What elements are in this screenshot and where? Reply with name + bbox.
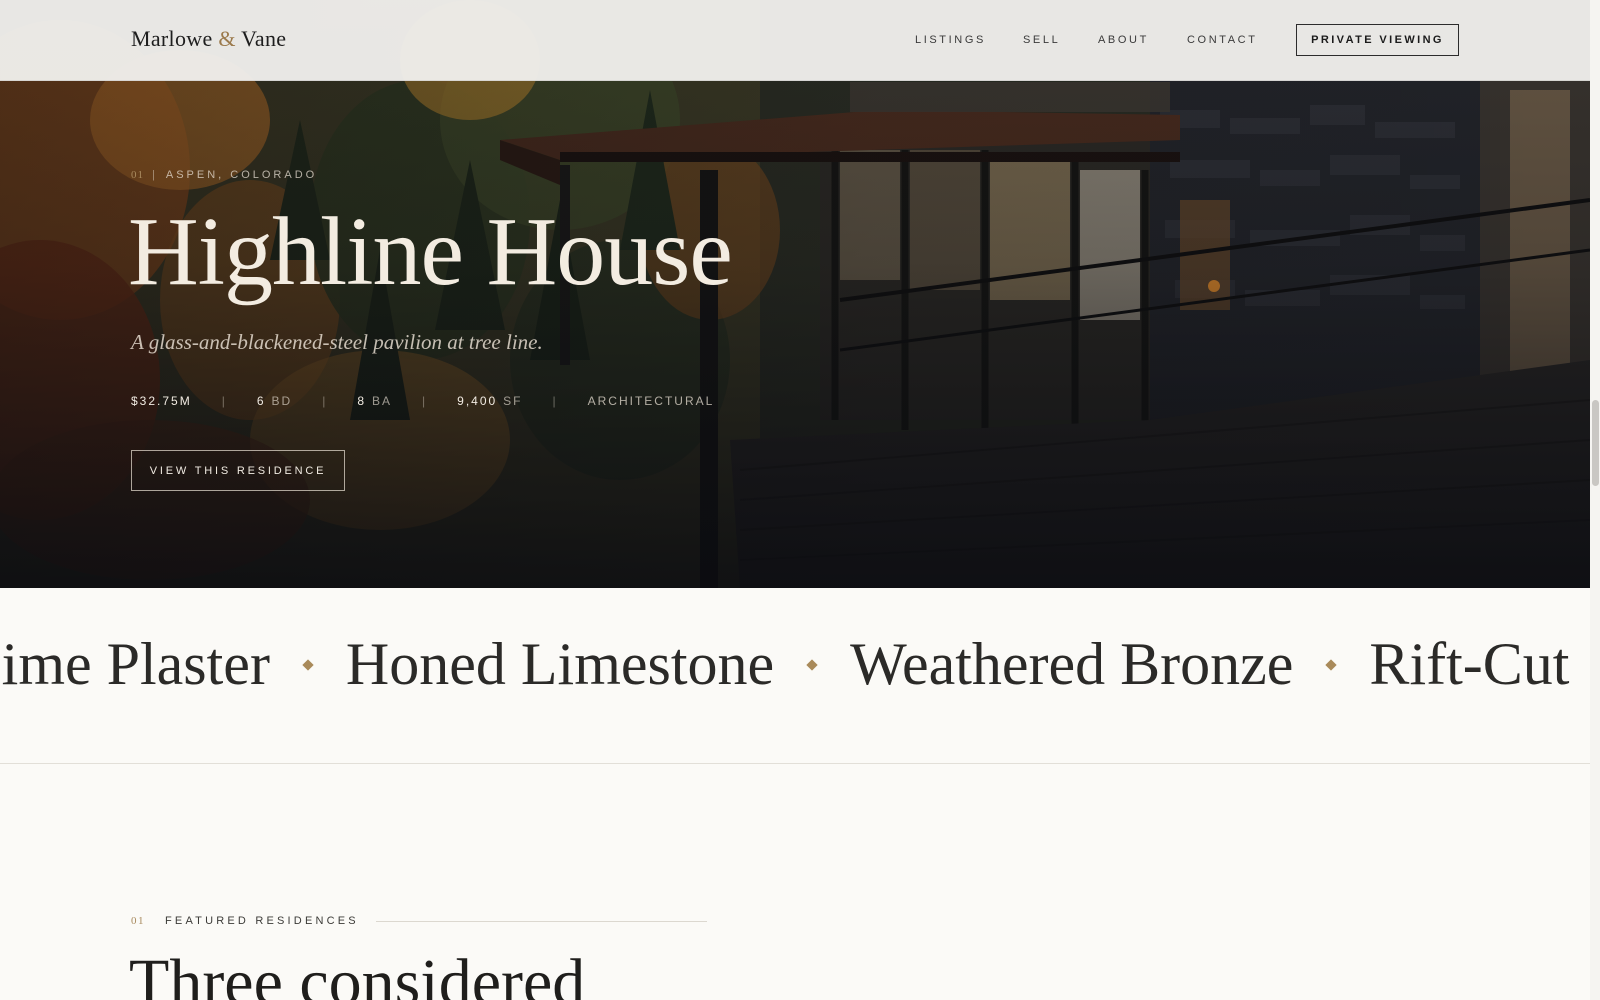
scrollbar-track[interactable] — [1590, 0, 1600, 1000]
spec-price: $32.75M — [131, 394, 192, 408]
hero-location: ASPEN, COLORADO — [165, 169, 318, 181]
spec-divider: | — [552, 394, 558, 408]
marquee-track: Lime Plaster Honed Limestone Weathered B… — [0, 630, 1569, 699]
baths-value: 8 — [357, 394, 366, 408]
marquee-item: Weathered Bronze — [850, 631, 1294, 697]
nav-listings[interactable]: LISTINGS — [915, 34, 986, 46]
property-specs: $32.75M | 6 BD | 8 BA | 9,400 SF | ARCHITEC… — [131, 394, 714, 408]
area-unit: SF — [503, 394, 523, 408]
nav-sell[interactable]: SELL — [1023, 34, 1060, 46]
spec-beds: 6 BD — [257, 394, 292, 408]
hero-subtitle: A glass-and-blackened-steel pavilion at … — [131, 330, 543, 354]
brand-logo[interactable]: Marlowe & Vane — [131, 26, 286, 52]
diamond-separator-icon — [302, 658, 314, 671]
featured-index: 01 — [131, 915, 145, 927]
featured-eyebrow: 01 FEATURED RESIDENCES — [131, 915, 359, 927]
spec-divider: | — [221, 394, 227, 408]
spec-area: 9,400 SF — [457, 394, 522, 408]
hero-title: Highline House — [128, 198, 733, 306]
view-residence-button[interactable]: VIEW THIS RESIDENCE — [131, 450, 345, 491]
spec-style: ARCHITECTURAL — [587, 394, 715, 408]
diamond-separator-icon — [1325, 658, 1338, 671]
materials-marquee: Lime Plaster Honed Limestone Weathered B… — [0, 588, 1590, 764]
beds-unit: BD — [271, 394, 293, 408]
spec-divider: | — [422, 394, 428, 408]
spec-divider: | — [322, 394, 328, 408]
logo-ampersand: & — [218, 26, 236, 51]
marquee-item: Lime Plaster — [0, 631, 270, 697]
nav-about[interactable]: ABOUT — [1098, 34, 1149, 46]
diamond-separator-icon — [806, 658, 818, 671]
logo-name-first: Marlowe — [131, 26, 213, 51]
hero-eyebrow: 01 | ASPEN, COLORADO — [131, 169, 317, 181]
featured-divider — [376, 921, 707, 922]
featured-label: FEATURED RESIDENCES — [165, 915, 359, 927]
eyebrow-divider: | — [152, 169, 158, 181]
spec-baths: 8 BA — [357, 394, 392, 408]
scrollbar-thumb[interactable] — [1592, 400, 1599, 486]
featured-title: Three considered — [129, 946, 586, 1000]
nav-contact[interactable]: CONTACT — [1187, 34, 1258, 46]
logo-name-second: Vane — [241, 26, 287, 51]
marquee-item: Rift-Cut — [1369, 631, 1570, 697]
marquee-item: Honed Limestone — [345, 631, 775, 697]
beds-value: 6 — [256, 394, 266, 408]
area-value: 9,400 — [457, 394, 498, 408]
site-header: Marlowe & Vane LISTINGS SELL ABOUT CONTA… — [0, 0, 1590, 81]
hero-index: 01 — [131, 169, 144, 181]
private-viewing-button[interactable]: PRIVATE VIEWING — [1296, 24, 1459, 56]
baths-unit: BA — [372, 394, 393, 408]
